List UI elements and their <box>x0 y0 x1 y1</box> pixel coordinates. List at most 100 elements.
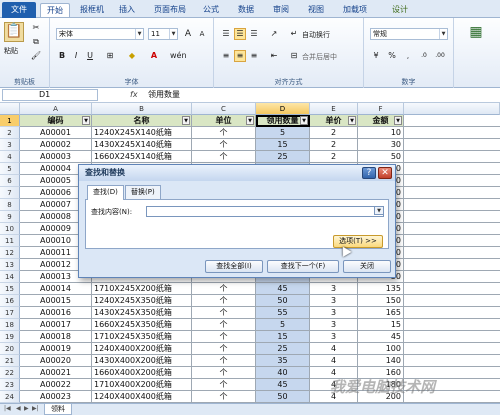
row-header[interactable]: 22 <box>0 367 20 379</box>
grow-font-icon[interactable]: A <box>182 28 194 40</box>
table-cell[interactable]: 1240X245X140纸箱 <box>92 127 192 139</box>
close-button[interactable]: 关闭 <box>343 260 391 273</box>
table-cell[interactable]: 35 <box>256 355 310 367</box>
empty-cell[interactable] <box>404 139 500 151</box>
find-all-button[interactable]: 查找全部(I) <box>205 260 263 273</box>
row-header[interactable]: 19 <box>0 331 20 343</box>
paste-icon[interactable]: 📋 <box>4 22 24 42</box>
table-cell[interactable]: A00017 <box>20 319 92 331</box>
bold-button[interactable]: B <box>56 50 68 62</box>
empty-cell[interactable] <box>404 211 500 223</box>
table-cell[interactable]: 个 <box>192 343 256 355</box>
table-cell[interactable]: 个 <box>192 367 256 379</box>
table-cell[interactable]: 150 <box>358 295 404 307</box>
table-cell[interactable]: 个 <box>192 391 256 403</box>
orientation-icon[interactable]: ↗ <box>268 28 280 40</box>
empty-cell[interactable] <box>404 223 500 235</box>
table-cell[interactable]: 1660X245X140纸箱 <box>92 151 192 163</box>
table-cell[interactable]: 4 <box>310 355 358 367</box>
table-cell[interactable]: 1240X245X350纸箱 <box>92 295 192 307</box>
tab-view[interactable]: 视图 <box>302 3 330 17</box>
column-header[interactable]: A <box>20 103 92 115</box>
header-cell[interactable]: 领用数量 ▼ <box>256 115 310 127</box>
row-header[interactable]: 15 <box>0 283 20 295</box>
wrap-text-icon[interactable]: ↵ <box>288 28 300 40</box>
table-cell[interactable]: A00015 <box>20 295 92 307</box>
column-header[interactable]: B <box>92 103 192 115</box>
table-cell[interactable]: 1660X400X200纸箱 <box>92 367 192 379</box>
empty-cell[interactable] <box>404 127 500 139</box>
sheet-tab[interactable]: 领料 <box>44 404 72 415</box>
table-cell[interactable]: A00020 <box>20 355 92 367</box>
filter-dropdown-icon[interactable]: ▼ <box>394 116 402 125</box>
first-sheet-icon[interactable]: |◀ <box>4 405 11 412</box>
tab-data[interactable]: 数据 <box>232 3 260 17</box>
table-cell[interactable]: 3 <box>310 295 358 307</box>
empty-cell[interactable] <box>404 163 500 175</box>
row-header[interactable]: 12 <box>0 247 20 259</box>
table-cell[interactable]: 25 <box>256 343 310 355</box>
table-cell[interactable]: 50 <box>256 391 310 403</box>
shrink-font-icon[interactable]: A <box>196 28 208 40</box>
row-header[interactable]: 4 <box>0 151 20 163</box>
table-cell[interactable]: 45 <box>256 283 310 295</box>
font-color-icon[interactable]: A <box>148 50 160 62</box>
tab-file[interactable]: 文件 <box>2 2 36 18</box>
table-cell[interactable]: 45 <box>358 331 404 343</box>
empty-cell[interactable] <box>404 331 500 343</box>
conditional-format-icon[interactable]: ▦ <box>466 24 486 46</box>
table-cell[interactable]: 15 <box>256 331 310 343</box>
filter-dropdown-icon[interactable]: ▼ <box>246 116 254 125</box>
table-cell[interactable]: 1710X245X200纸箱 <box>92 283 192 295</box>
tab-review[interactable]: 审阅 <box>267 3 295 17</box>
options-button[interactable]: 选项(T) >> <box>333 235 383 248</box>
table-cell[interactable]: 100 <box>358 343 404 355</box>
table-cell[interactable]: A00001 <box>20 127 92 139</box>
table-cell[interactable]: 30 <box>358 139 404 151</box>
merge-center-icon[interactable]: ⊟ <box>288 50 300 62</box>
row-header[interactable]: 2 <box>0 127 20 139</box>
table-cell[interactable]: A00002 <box>20 139 92 151</box>
empty-cell[interactable] <box>404 151 500 163</box>
table-cell[interactable]: A00019 <box>20 343 92 355</box>
header-cell[interactable]: 单位 ▼ <box>192 115 256 127</box>
decrease-decimal-icon[interactable]: .00 <box>434 50 446 62</box>
phonetic-icon[interactable]: wén <box>170 50 187 62</box>
decrease-indent-icon[interactable]: ⇤ <box>268 50 280 62</box>
last-sheet-icon[interactable]: ▶| <box>32 405 39 412</box>
fx-icon[interactable]: fx <box>130 89 138 101</box>
tab-formulas[interactable]: 公式 <box>197 3 225 17</box>
align-center-icon[interactable]: ≡ <box>234 50 246 62</box>
table-cell[interactable]: 个 <box>192 127 256 139</box>
tab-design[interactable]: 设计 <box>386 3 414 17</box>
table-cell[interactable]: 个 <box>192 151 256 163</box>
tab-addins[interactable]: 加载项 <box>337 3 373 17</box>
table-cell[interactable]: 140 <box>358 355 404 367</box>
table-cell[interactable]: 25 <box>256 151 310 163</box>
row-header[interactable]: 23 <box>0 379 20 391</box>
table-cell[interactable]: 2 <box>310 127 358 139</box>
merge-center-button[interactable]: 合并后居中 <box>302 52 337 62</box>
border-icon[interactable]: ⊞ <box>104 50 116 62</box>
filter-dropdown-icon[interactable]: ▼ <box>300 116 308 125</box>
empty-cell[interactable] <box>404 355 500 367</box>
row-header[interactable]: 7 <box>0 187 20 199</box>
empty-cell[interactable] <box>404 319 500 331</box>
table-cell[interactable]: 15 <box>358 319 404 331</box>
row-header[interactable]: 11 <box>0 235 20 247</box>
row-header[interactable]: 20 <box>0 343 20 355</box>
column-header[interactable]: E <box>310 103 358 115</box>
empty-cell[interactable] <box>404 295 500 307</box>
wrap-text-button[interactable]: 自动换行 <box>302 30 330 40</box>
table-cell[interactable]: A00022 <box>20 379 92 391</box>
row-header[interactable]: 13 <box>0 259 20 271</box>
row-header[interactable]: 5 <box>0 163 20 175</box>
row-header[interactable]: 9 <box>0 211 20 223</box>
table-cell[interactable]: 135 <box>358 283 404 295</box>
filter-dropdown-icon[interactable]: ▼ <box>348 116 356 125</box>
table-cell[interactable]: 5 <box>256 319 310 331</box>
find-next-button[interactable]: 查找下一个(F) <box>267 260 339 273</box>
column-header-empty[interactable] <box>404 103 500 115</box>
row-header[interactable]: 16 <box>0 295 20 307</box>
table-cell[interactable]: 4 <box>310 343 358 355</box>
